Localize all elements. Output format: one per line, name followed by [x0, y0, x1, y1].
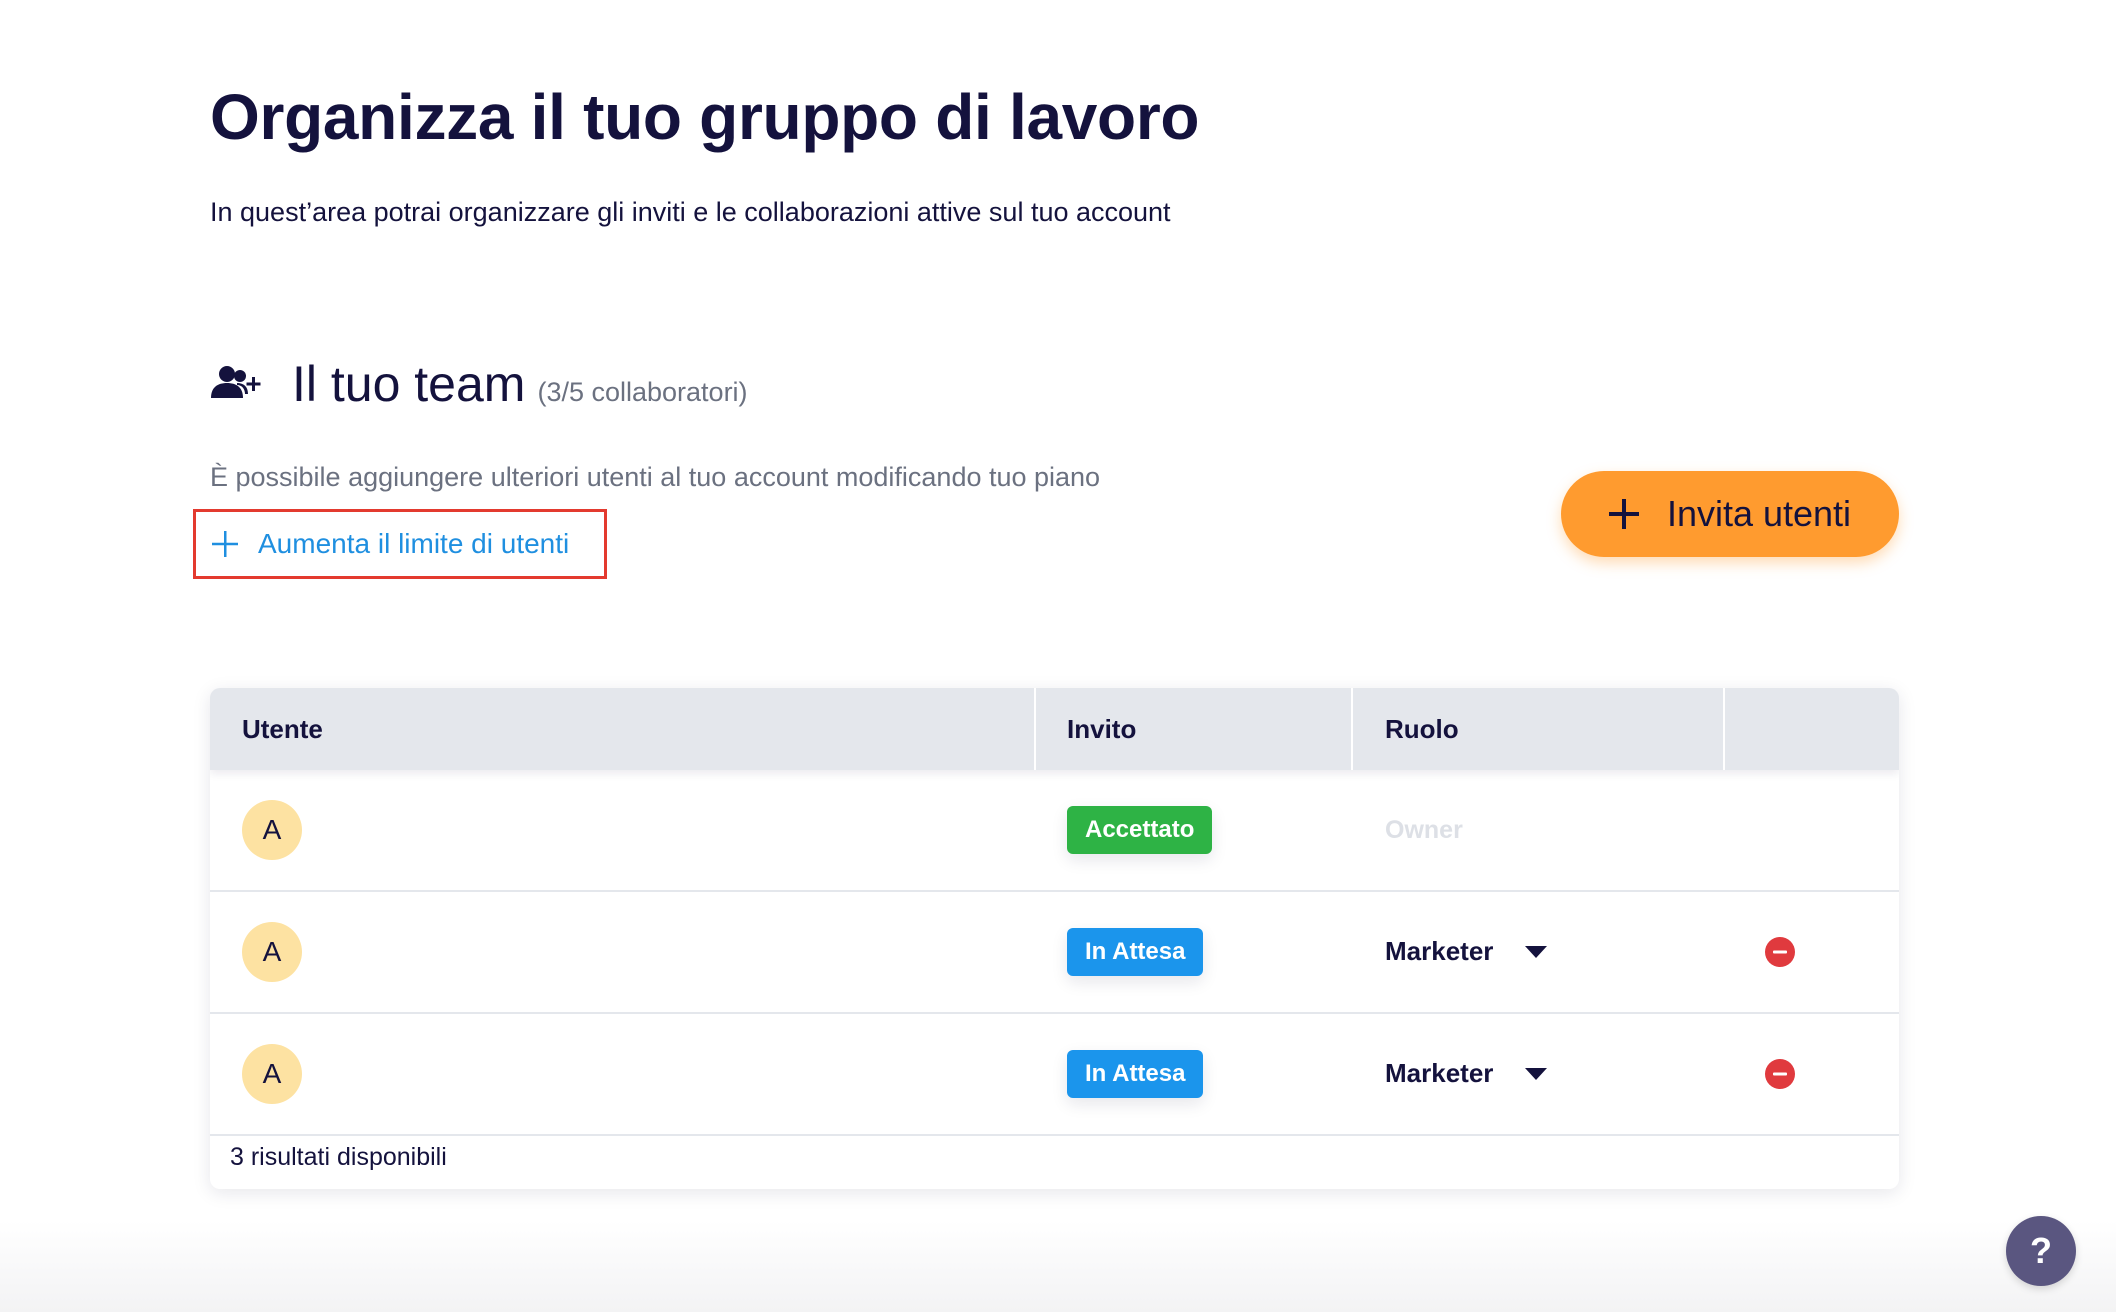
- team-title: Il tuo team: [292, 356, 526, 412]
- column-divider: [1723, 688, 1725, 770]
- invite-users-label: Invita utenti: [1666, 493, 1852, 534]
- role-dropdown-value: Marketer: [1385, 1058, 1494, 1088]
- plus-icon: [212, 531, 238, 557]
- help-button[interactable]: ?: [2006, 1216, 2076, 1286]
- role-dropdown[interactable]: Marketer: [1385, 1058, 1548, 1089]
- avatar: A: [242, 1044, 302, 1104]
- results-count: 3 risultati disponibili: [230, 1143, 447, 1171]
- avatar: A: [242, 800, 302, 860]
- invite-users-button[interactable]: Invita utenti: [1561, 471, 1899, 557]
- plus-icon: [1608, 499, 1639, 529]
- role-dropdown-value: Marketer: [1385, 936, 1494, 966]
- page-subtitle: In quest’area potrai organizzare gli inv…: [210, 197, 1171, 227]
- table-row: A Accettato Owner: [210, 770, 1899, 892]
- avatar: A: [242, 922, 302, 982]
- role-dropdown[interactable]: Marketer: [1385, 936, 1548, 967]
- remove-user-button[interactable]: [1765, 937, 1795, 967]
- page-title: Organizza il tuo gruppo di lavoro: [210, 81, 1200, 153]
- increase-user-limit-link[interactable]: Aumenta il limite di utenti: [193, 509, 607, 579]
- column-header-role: Ruolo: [1385, 713, 1459, 744]
- column-divider: [1351, 688, 1353, 770]
- chevron-down-icon: [1525, 945, 1548, 958]
- table-header: Utente Invito Ruolo: [210, 688, 1899, 770]
- page: Organizza il tuo gruppo di lavoro In que…: [0, 0, 2116, 1312]
- status-badge: Accettato: [1067, 806, 1213, 854]
- plan-note: È possibile aggiungere ulteriori utenti …: [210, 462, 1101, 492]
- column-header-user: Utente: [242, 713, 323, 744]
- team-header: Il tuo team (3/5 collaboratori): [210, 355, 748, 413]
- table-row: A In Attesa Marketer: [210, 892, 1899, 1014]
- team-table: Utente Invito Ruolo A Accettato Owner A …: [210, 688, 1899, 1189]
- chevron-down-icon: [1525, 1067, 1548, 1080]
- status-badge: In Attesa: [1067, 928, 1204, 976]
- column-divider: [1034, 688, 1036, 770]
- table-row: A In Attesa Marketer: [210, 1014, 1899, 1136]
- role-label: Owner: [1385, 816, 1463, 844]
- increase-user-limit-label: Aumenta il limite di utenti: [258, 528, 570, 559]
- add-user-icon: [211, 366, 261, 398]
- remove-user-button[interactable]: [1765, 1059, 1795, 1089]
- status-badge: In Attesa: [1067, 1050, 1204, 1098]
- team-count: (3/5 collaboratori): [537, 377, 748, 407]
- column-header-invite: Invito: [1067, 713, 1137, 744]
